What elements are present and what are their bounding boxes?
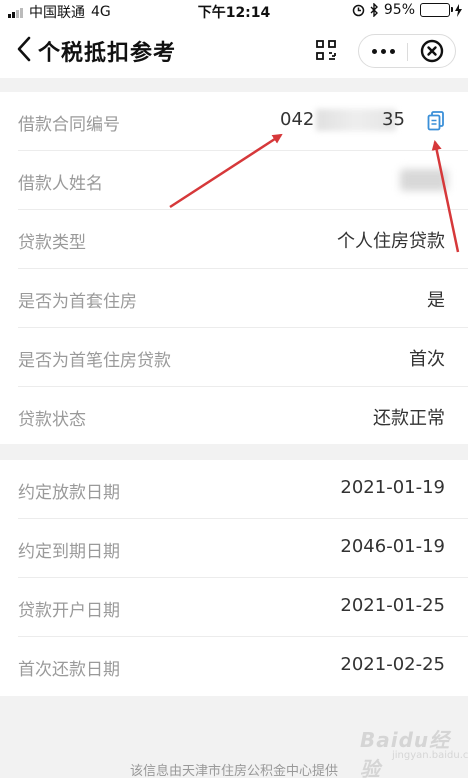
copy-icon[interactable]	[427, 111, 445, 131]
close-circle-icon	[420, 39, 444, 63]
row-account-open-date: 贷款开户日期 2021-01-25	[0, 578, 468, 637]
row-loan-status: 贷款状态 还款正常	[0, 387, 468, 446]
chevron-left-icon	[17, 36, 31, 62]
charging-icon	[455, 3, 462, 17]
row-disburse-date: 约定放款日期 2021-01-19	[0, 460, 468, 519]
loan-type-value: 个人住房贷款	[337, 231, 445, 252]
contract-number-value: 042	[280, 109, 398, 131]
first-repayment-date-value: 2021-02-25	[340, 654, 445, 675]
first-loan-value: 首次	[409, 349, 445, 370]
scan-icon	[316, 40, 336, 60]
baidu-watermark-url: jingyan.baidu.com	[392, 750, 468, 761]
row-first-repayment-date: 首次还款日期 2021-02-25	[0, 637, 468, 696]
loan-dates-card: 约定放款日期 2021-01-19 约定到期日期 2046-01-19 贷款开户…	[0, 460, 468, 696]
row-first-home: 是否为首套住房 是	[0, 269, 468, 328]
loan-status-label: 贷款状态	[18, 410, 86, 430]
page-title: 个税抵扣参考	[38, 41, 177, 66]
close-button[interactable]	[408, 35, 456, 67]
first-repayment-date-label: 首次还款日期	[18, 660, 120, 680]
borrower-name-blurred	[400, 169, 448, 191]
account-open-date-label: 贷款开户日期	[18, 601, 120, 621]
bluetooth-icon	[370, 3, 378, 17]
mini-program-capsule	[358, 34, 456, 68]
status-right: 95%	[352, 2, 462, 18]
account-open-date-value: 2021-01-25	[340, 595, 445, 616]
disburse-date-value: 2021-01-19	[340, 477, 445, 498]
contract-number-suffix: 35	[382, 109, 405, 130]
battery-percent: 95%	[383, 2, 415, 18]
more-dots-icon	[371, 48, 377, 54]
row-maturity-date: 约定到期日期 2046-01-19	[0, 519, 468, 578]
first-loan-label: 是否为首笔住房贷款	[18, 351, 171, 371]
borrower-name-label: 借款人姓名	[18, 174, 103, 194]
more-button[interactable]	[359, 35, 407, 67]
row-borrower-name: 借款人姓名	[0, 151, 468, 210]
row-loan-type: 贷款类型 个人住房贷款	[0, 210, 468, 269]
battery-icon	[420, 3, 453, 17]
maturity-date-value: 2046-01-19	[340, 536, 445, 557]
first-home-value: 是	[427, 290, 445, 311]
loan-info-card: 借款合同编号 042 35 借款人姓名 贷款类型 个人住房贷款 是否为首套住房 …	[0, 92, 468, 444]
back-button[interactable]	[14, 34, 36, 64]
row-contract-number: 借款合同编号 042 35	[0, 92, 468, 151]
disburse-date-label: 约定放款日期	[18, 483, 120, 503]
status-bar: 中国联通 4G 下午12:14 95%	[0, 0, 468, 22]
contract-number-prefix: 042	[280, 109, 315, 130]
row-first-loan: 是否为首笔住房贷款 首次	[0, 328, 468, 387]
first-home-label: 是否为首套住房	[18, 292, 137, 312]
contract-number-label: 借款合同编号	[18, 115, 120, 135]
loan-status-value: 还款正常	[373, 408, 445, 429]
scan-button[interactable]	[308, 34, 344, 66]
alarm-lock-icon	[352, 4, 365, 16]
nav-bar: 个税抵扣参考	[0, 22, 468, 78]
loan-type-label: 贷款类型	[18, 233, 86, 253]
maturity-date-label: 约定到期日期	[18, 542, 120, 562]
